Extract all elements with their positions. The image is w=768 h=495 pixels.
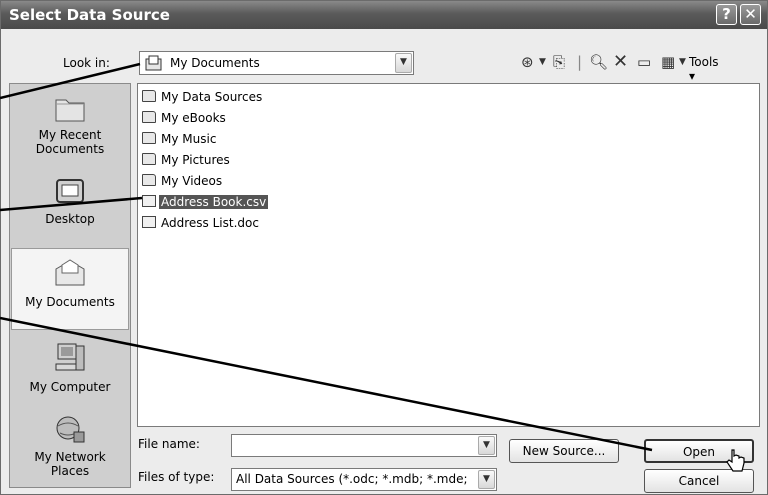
callout-lines [0, 62, 653, 452]
callout-line-file [0, 196, 143, 212]
mouse-pointer-icon [726, 449, 745, 472]
callout-line-look-in [0, 62, 141, 100]
callout-line-open [0, 316, 653, 452]
